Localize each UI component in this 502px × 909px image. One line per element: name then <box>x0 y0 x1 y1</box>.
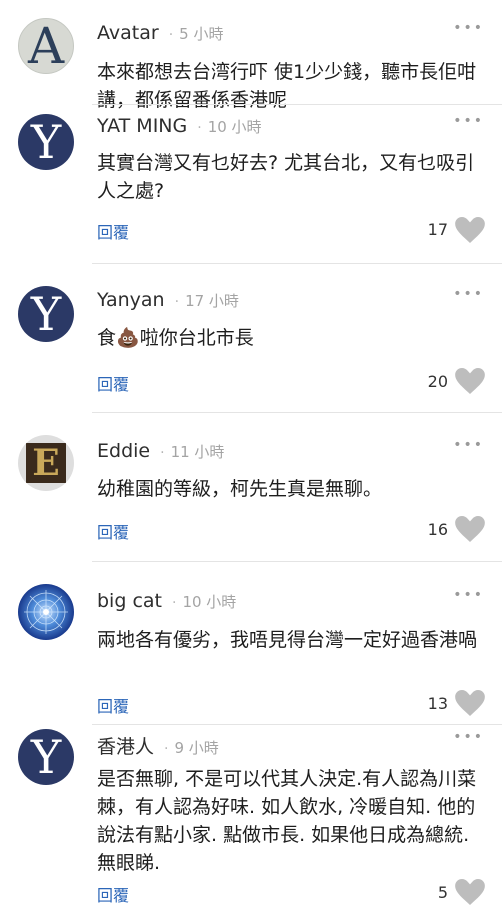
more-options-icon[interactable]: ••• <box>453 286 484 302</box>
comment-text: 幼稚園的等級，柯先生真是無聊。 <box>97 478 383 500</box>
more-options-icon[interactable]: ••• <box>453 587 484 603</box>
comment-time: 10 小時 <box>207 118 262 136</box>
heart-icon[interactable] <box>455 368 485 394</box>
avatar-letter: E <box>26 443 66 483</box>
more-options-icon[interactable]: ••• <box>453 20 484 36</box>
comment-header: Yanyan · 17 小時 <box>97 289 239 311</box>
separator-dot: · <box>174 294 180 310</box>
avatar[interactable]: Y <box>18 114 74 170</box>
comment-header: Eddie · 11 小時 <box>97 440 224 462</box>
comment-time: 17 小時 <box>185 292 239 310</box>
like-count: 16 <box>427 520 448 539</box>
avatar[interactable]: E <box>18 435 74 491</box>
like-count: 20 <box>427 372 448 391</box>
reply-button[interactable]: 回覆 <box>97 219 129 243</box>
commenter-name[interactable]: Eddie <box>97 440 150 462</box>
commenter-name[interactable]: Yanyan <box>97 289 165 311</box>
comment-header: big cat · 10 小時 <box>97 590 236 612</box>
comment-time: 10 小時 <box>182 593 237 611</box>
more-options-icon[interactable]: ••• <box>453 113 484 129</box>
poop-emoji-icon: 💩 <box>116 327 140 349</box>
commenter-name[interactable]: Avatar <box>97 22 159 44</box>
commenter-name[interactable]: big cat <box>97 590 162 612</box>
avatar[interactable]: A <box>18 18 74 74</box>
separator-dot: · <box>160 445 165 461</box>
separator-dot: · <box>171 595 177 611</box>
avatar[interactable] <box>18 584 74 640</box>
avatar-letter: A <box>27 18 65 74</box>
comment-header: Avatar · 5 小時 <box>97 22 223 44</box>
mandala-avatar-icon <box>24 590 68 634</box>
comment-item: A Avatar · 5 小時 ••• 本來都想去台湾行吓 使1少少錢，聽市長佢… <box>0 0 502 111</box>
comment-text-part: 食 <box>97 327 117 349</box>
comment-item: big cat · 10 小時 ••• 兩地各有優劣，我唔見得台灣一定好過香港喎… <box>0 562 502 724</box>
heart-icon[interactable] <box>455 217 485 243</box>
comment-item: Y Yanyan · 17 小時 ••• 食💩啦你台北市長 回覆 20 <box>0 264 502 412</box>
more-options-icon[interactable]: ••• <box>453 729 484 745</box>
reply-button[interactable]: 回覆 <box>97 882 129 906</box>
separator-dot: · <box>197 120 202 136</box>
reply-button[interactable]: 回覆 <box>97 693 129 717</box>
like-count: 17 <box>427 220 448 239</box>
comment-item: E Eddie · 11 小時 ••• 幼稚園的等級，柯先生真是無聊。 回覆 1… <box>0 413 502 561</box>
heart-icon[interactable] <box>455 690 485 716</box>
avatar[interactable]: Y <box>18 729 74 785</box>
comment-item: Y 香港人 · 9 小時 ••• 是否無聊, 不是可以代其人決定.有人認為川菜棘… <box>0 725 502 909</box>
comment-text: 兩地各有優劣，我唔見得台灣一定好過香港喎 <box>97 629 478 651</box>
reply-button[interactable]: 回覆 <box>97 371 129 395</box>
reply-button[interactable]: 回覆 <box>97 519 129 543</box>
heart-icon[interactable] <box>455 879 485 905</box>
comment-text: 其實台灣又有乜好去? 尤其台北，又有乜吸引人之處? <box>97 152 475 202</box>
comment-item: Y YAT MING · 10 小時 ••• 其實台灣又有乜好去? 尤其台北，又… <box>0 105 502 263</box>
heart-icon[interactable] <box>455 516 485 542</box>
more-options-icon[interactable]: ••• <box>453 437 484 453</box>
comment-header: YAT MING · 10 小時 <box>97 115 262 137</box>
commenter-name[interactable]: YAT MING <box>97 115 187 137</box>
comment-header: 香港人 · 9 小時 <box>97 732 219 759</box>
avatar-letter: Y <box>30 115 62 169</box>
comment-text-part: 啦你台北市長 <box>139 327 254 349</box>
commenter-name[interactable]: 香港人 <box>97 732 154 759</box>
avatar[interactable]: Y <box>18 286 74 342</box>
separator-dot: · <box>164 741 169 757</box>
avatar-letter: Y <box>30 287 62 341</box>
avatar-letter: Y <box>30 730 62 784</box>
comment-time: 9 小時 <box>174 739 219 757</box>
comment-text: 是否無聊, 不是可以代其人決定.有人認為川菜棘，有人認為好味. 如人飲水, 冷暖… <box>97 768 477 874</box>
like-count: 5 <box>437 883 448 902</box>
separator-dot: · <box>168 27 174 43</box>
comment-time: 11 小時 <box>170 443 225 461</box>
like-count: 13 <box>427 694 448 713</box>
comment-time: 5 小時 <box>179 25 224 43</box>
comment-text: 食💩啦你台北市長 <box>97 324 487 352</box>
